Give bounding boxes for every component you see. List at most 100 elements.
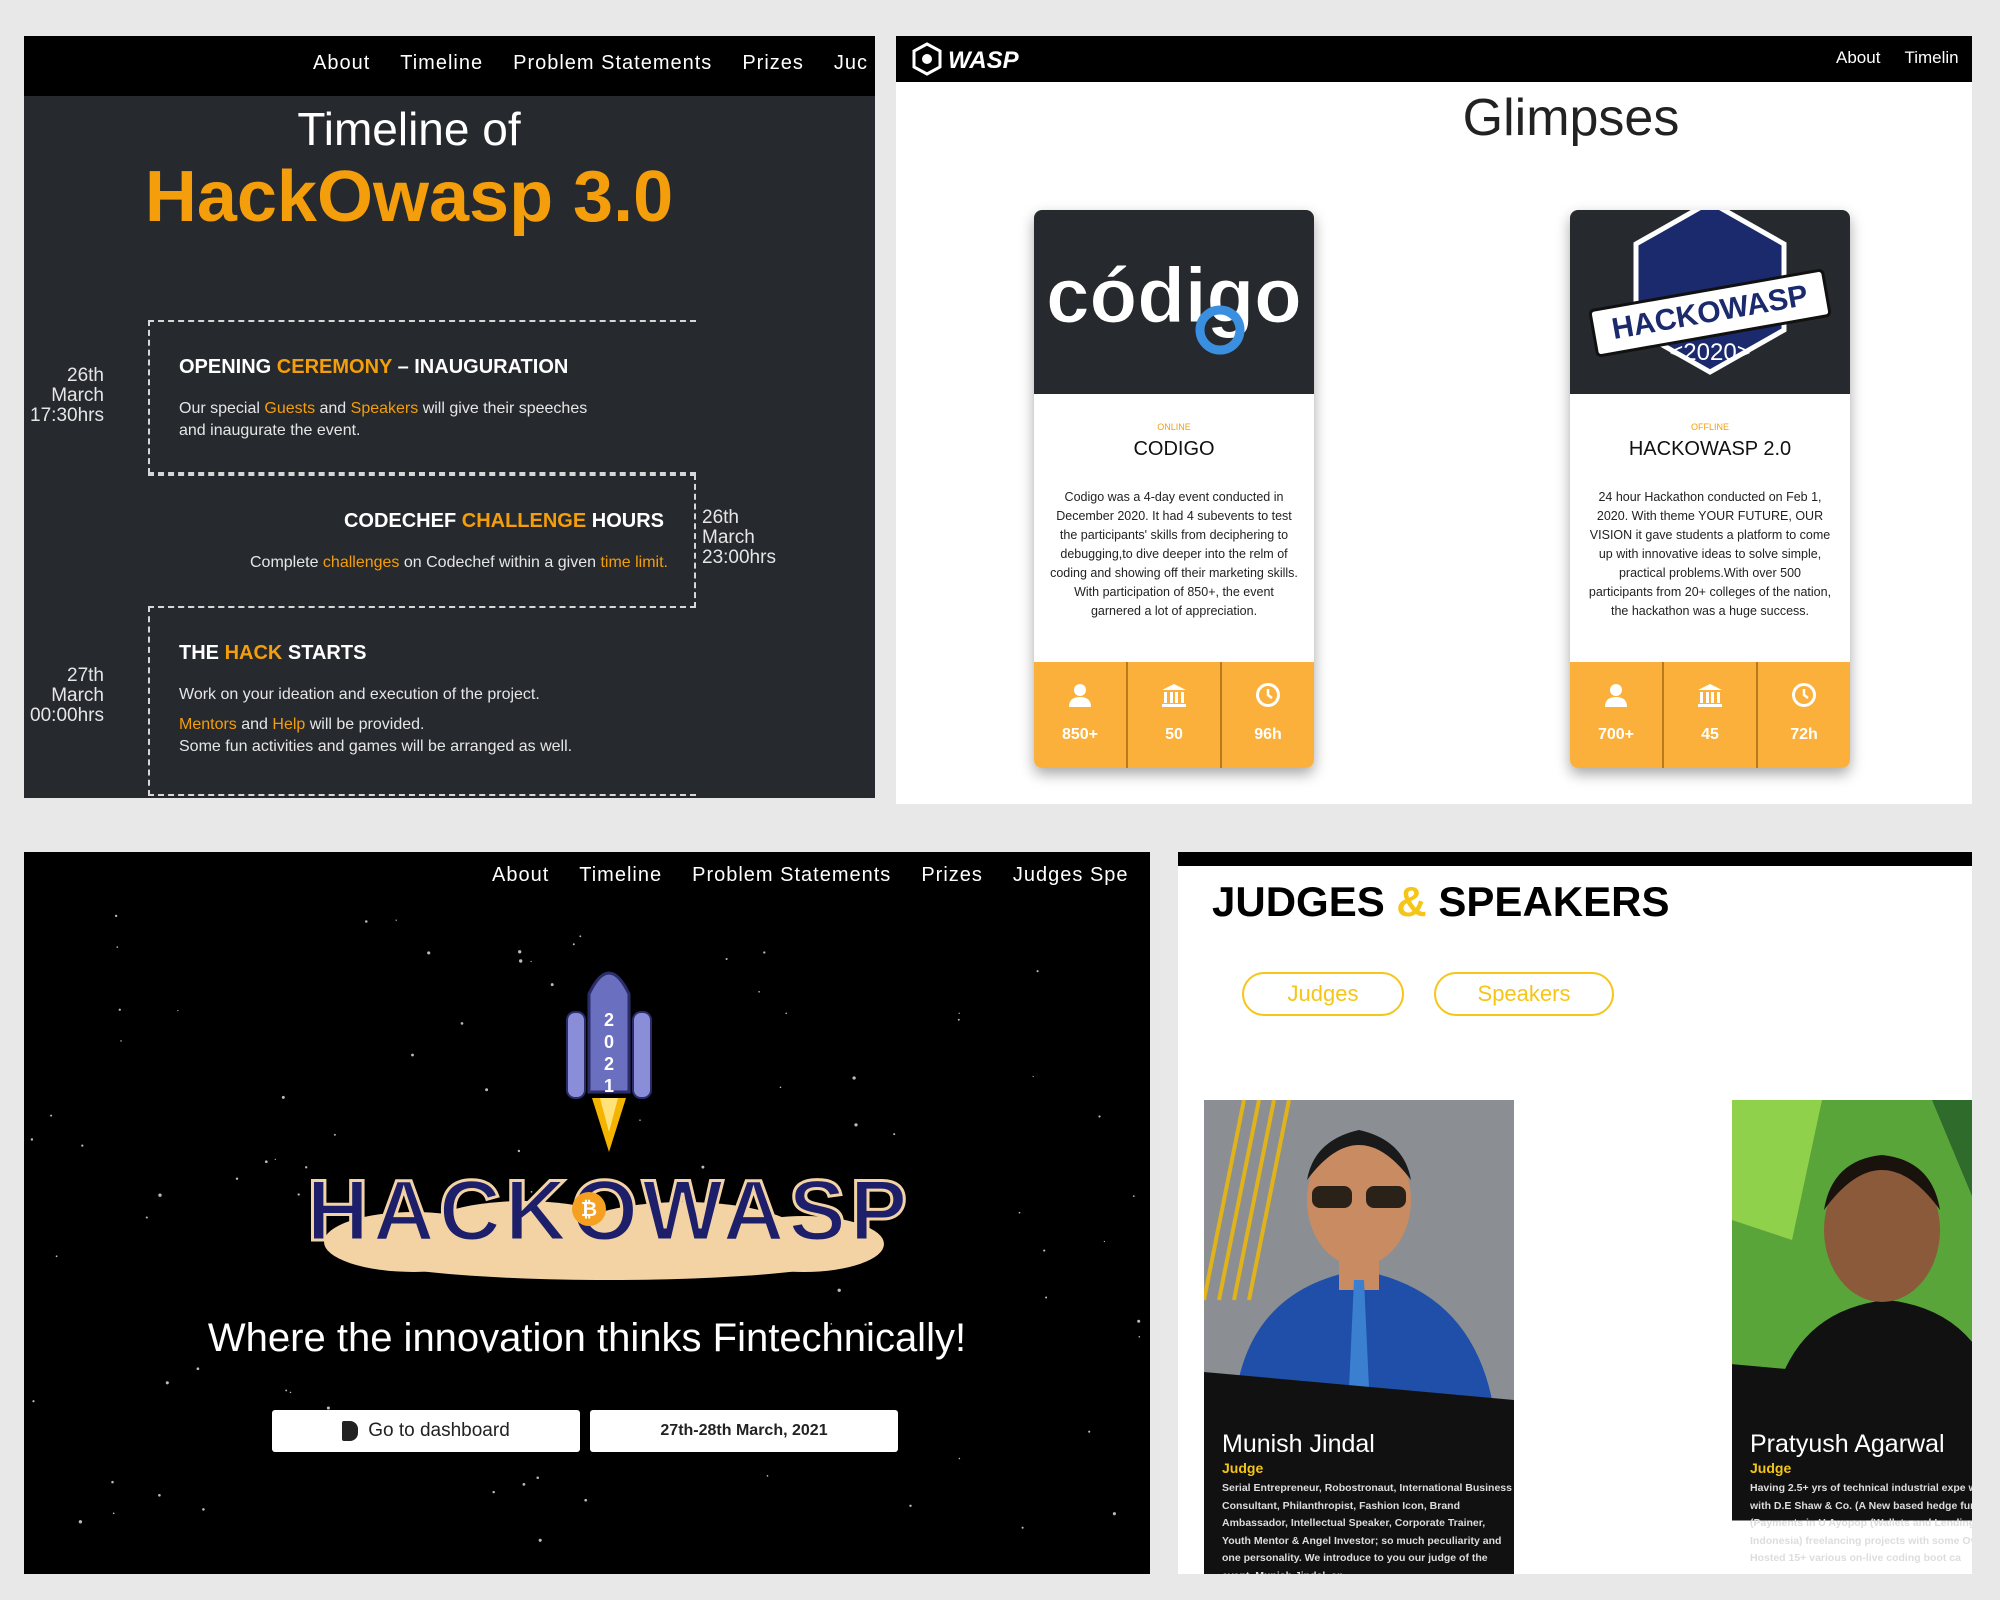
event-date: 27th March 00:00hrs bbox=[30, 665, 104, 726]
nav-about[interactable]: About bbox=[313, 52, 370, 75]
star bbox=[111, 1480, 114, 1484]
event-description: Our special Guests and Speakers will giv… bbox=[179, 400, 588, 439]
rocket-icon: 2 0 2 1 bbox=[566, 971, 652, 1152]
timeline-title-pre: Timeline of bbox=[297, 103, 521, 155]
event-date: 26th March 23:00hrs bbox=[702, 507, 776, 568]
star bbox=[202, 1508, 205, 1511]
judges-panel: JUDGES & SPEAKERS Judges Speakers Munish… bbox=[1178, 852, 1972, 1574]
star bbox=[1112, 1512, 1116, 1516]
glimpses-title: Glimpses bbox=[1462, 89, 1680, 147]
nav-timeline[interactable]: Timeline bbox=[400, 52, 483, 75]
judge-card[interactable]: Munish Jindal Judge Serial Entrepreneur,… bbox=[1204, 1100, 1514, 1574]
judge-card[interactable]: Pratyush Agarwal Judge Having 2.5+ yrs o… bbox=[1732, 1100, 1972, 1574]
svg-text:<2020>: <2020> bbox=[1669, 339, 1750, 366]
event-description: 24 hour Hackathon conducted on Feb 1, 20… bbox=[1588, 490, 1832, 618]
hackowasp-2020-logo: HACKOWASP <2020> bbox=[1570, 210, 1850, 394]
star bbox=[536, 1476, 539, 1479]
event-description: Complete challenges on Codechef within a… bbox=[250, 554, 668, 571]
owasp-logo[interactable]: WASP bbox=[910, 42, 1050, 76]
institution-icon bbox=[1698, 684, 1722, 707]
event-stats: 700+ 45 72h bbox=[1570, 662, 1850, 768]
person-icon bbox=[1605, 684, 1627, 707]
nav-timeline[interactable]: Timelin bbox=[1904, 48, 1958, 68]
event-title: THE HACK STARTS bbox=[179, 642, 367, 664]
star bbox=[165, 1381, 169, 1385]
event-date: 26th March 17:30hrs bbox=[30, 365, 104, 426]
timeline-panel: About Timeline Problem Statements Prizes… bbox=[24, 36, 875, 798]
event-description: Work on your ideation and execution of t… bbox=[179, 686, 573, 755]
hackowasp-wordmark: HACKOWASP bbox=[307, 1163, 912, 1259]
stat-colleges: 45 bbox=[1664, 662, 1758, 768]
event-box bbox=[148, 474, 696, 608]
judge-role: Judge bbox=[1750, 1460, 1792, 1476]
stat-duration: 96h bbox=[1222, 662, 1314, 768]
top-nav: About Timeline Problem Statements Prizes… bbox=[24, 36, 875, 96]
tab-speakers[interactable]: Speakers bbox=[1434, 972, 1614, 1016]
event-mode-tag: OFFLINE bbox=[1690, 422, 1729, 432]
star bbox=[1088, 1430, 1091, 1433]
star bbox=[958, 1457, 961, 1460]
event-description: Codigo was a 4-day event conducted in De… bbox=[1050, 490, 1298, 618]
codigo-logo: código bbox=[1034, 210, 1314, 394]
event-title: CODECHEF CHALLENGE HOURS bbox=[343, 510, 664, 532]
star bbox=[1045, 1296, 1048, 1299]
hero-tagline: Where the innovation thinks Fintechnical… bbox=[207, 1316, 967, 1360]
star bbox=[492, 1490, 495, 1494]
star bbox=[584, 1498, 588, 1502]
svg-text:₿: ₿ bbox=[581, 1199, 597, 1221]
stat-participants: 700+ bbox=[1570, 662, 1664, 768]
nav-problem-statements[interactable]: Problem Statements bbox=[513, 52, 712, 75]
glimpses-panel: WASP About Timelin Glimpses código ONLIN… bbox=[896, 36, 1972, 804]
svg-text:0: 0 bbox=[604, 1032, 614, 1052]
stat-participants: 850+ bbox=[1034, 662, 1128, 768]
tab-judges[interactable]: Judges bbox=[1242, 972, 1404, 1016]
nav-judges[interactable]: Juc bbox=[834, 52, 868, 75]
star bbox=[285, 1389, 288, 1392]
timeline-title-main: HackOwasp 3.0 bbox=[144, 157, 674, 237]
event-title: OPENING CEREMONY – INAUGURATION bbox=[179, 356, 569, 378]
star bbox=[112, 1512, 115, 1515]
svg-text:2: 2 bbox=[604, 1054, 614, 1074]
stat-duration: 72h bbox=[1758, 662, 1850, 768]
hackowasp-2021-logo: 2 0 2 1 HACKOWASP ₿ bbox=[305, 971, 912, 1280]
event-date-button[interactable]: 27th-28th March, 2021 bbox=[590, 1410, 898, 1452]
judge-bio: Having 2.5+ yrs of technical industrial … bbox=[1750, 1482, 1972, 1564]
svg-text:código: código bbox=[1046, 251, 1302, 339]
clock-icon bbox=[1792, 683, 1816, 707]
event-card[interactable]: HACKOWASP <2020> OFFLINE HACKOWASP 2.0 2… bbox=[1570, 210, 1850, 768]
event-card[interactable]: código ONLINE CODIGO Codigo was a 4-day … bbox=[1034, 210, 1314, 768]
star bbox=[1021, 1526, 1024, 1529]
judge-name: Munish Jindal bbox=[1222, 1430, 1375, 1458]
star bbox=[196, 1367, 200, 1371]
star bbox=[538, 1538, 542, 1542]
judge-name: Pratyush Agarwal bbox=[1750, 1430, 1945, 1458]
top-nav: WASP About Timelin bbox=[896, 36, 1972, 82]
star bbox=[32, 1400, 35, 1403]
star bbox=[909, 1504, 912, 1507]
dashboard-button[interactable]: Go to dashboard bbox=[272, 1410, 580, 1452]
star bbox=[289, 1391, 292, 1394]
logo-wordmark: WASP bbox=[948, 47, 1020, 74]
svg-text:2: 2 bbox=[604, 1010, 614, 1030]
event-name: CODIGO bbox=[1133, 438, 1215, 460]
event-mode-tag: ONLINE bbox=[1157, 422, 1191, 432]
star bbox=[522, 1483, 526, 1486]
star bbox=[766, 1475, 769, 1477]
judge-role: Judge bbox=[1222, 1460, 1264, 1476]
svg-text:1: 1 bbox=[604, 1076, 614, 1096]
judge-bio: Serial Entrepreneur, Robostronaut, Inter… bbox=[1222, 1482, 1512, 1574]
nav-prizes[interactable]: Prizes bbox=[742, 52, 804, 75]
nav-about[interactable]: About bbox=[1836, 48, 1880, 68]
devfolio-icon bbox=[342, 1421, 359, 1441]
event-name: HACKOWASP 2.0 bbox=[1628, 438, 1792, 460]
event-box bbox=[148, 320, 696, 474]
stat-colleges: 50 bbox=[1128, 662, 1222, 768]
hero-panel: About Timeline Problem Statements Prizes… bbox=[24, 852, 1150, 1574]
top-bar bbox=[1178, 852, 1972, 866]
person-icon bbox=[1069, 684, 1091, 707]
judges-title: JUDGES & SPEAKERS bbox=[1212, 878, 1670, 925]
event-stats: 850+ 50 96h bbox=[1034, 662, 1314, 768]
star bbox=[158, 1493, 161, 1497]
institution-icon bbox=[1162, 684, 1186, 707]
clock-icon bbox=[1256, 683, 1280, 707]
